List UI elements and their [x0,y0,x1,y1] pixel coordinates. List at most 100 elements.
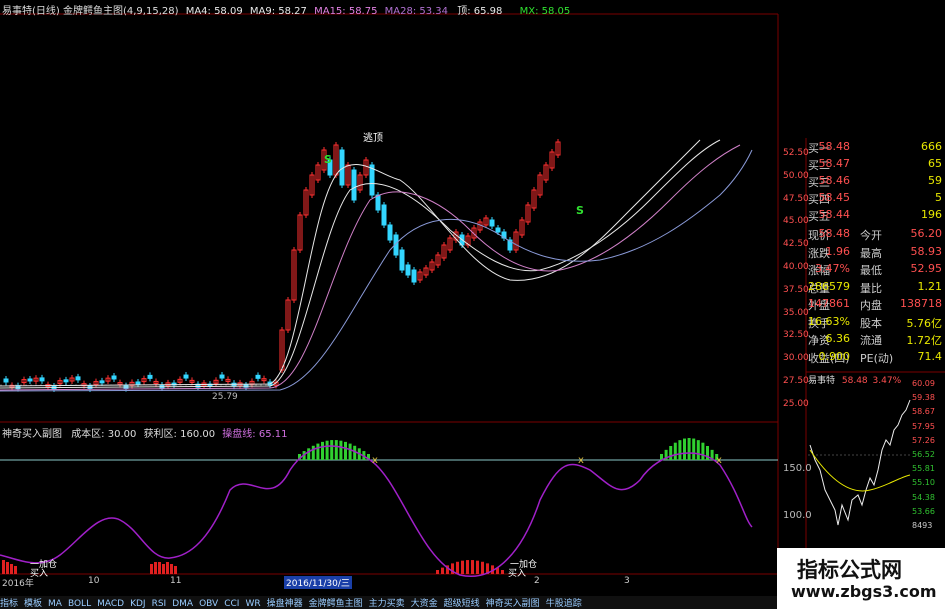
candle-body [219,374,225,379]
x-axis-cursor-date: 2016/11/30/三 [284,576,352,589]
cost-histogram-bar [6,562,9,574]
indicator-tab[interactable]: 指标 [0,599,18,609]
cross-marker: x [578,455,584,466]
stat-value: 56.20 [910,227,943,240]
candle-body [381,204,387,226]
profit-histogram-bar [311,445,315,460]
candle-body [99,380,105,384]
indicator-tab[interactable]: WR [245,599,260,609]
quote-row: 换手 16.63% 股本 5.76亿 [806,314,944,331]
indicator-tab[interactable]: KDJ [130,599,146,609]
candle-body [411,269,417,283]
price-axis-label: 50.00 [783,170,809,181]
cost-histogram-bar [14,566,17,574]
x-axis-year: 2016年 [2,579,34,589]
bid-volume: 666 [921,140,942,153]
indicator-tab[interactable]: MACD [97,599,124,609]
sub-axis-100: 100.0 [783,510,812,521]
candle-body [351,169,357,201]
quote-row: 涨幅 3.47% 最低 52.95 [806,261,944,278]
cost-histogram-bar [10,564,13,574]
ma28-line [0,149,753,392]
indicator-tab[interactable]: 金牌鳄鱼主图 [309,599,363,609]
stat-value: 1.72亿 [906,334,943,347]
cross-marker: x [372,455,378,466]
indicator-tab[interactable]: BOLL [68,599,91,609]
profit-histogram-bar [307,448,311,460]
cost-histogram-bar [170,564,173,574]
stat-value: 5.76亿 [906,316,943,330]
cost-histogram-bar [150,564,153,574]
quote-row: 买三 58.46 59 [806,173,944,190]
profit-histogram-bar [701,442,705,460]
intraday-axis-label: 55.10 [912,478,935,488]
indicator-tab[interactable]: MA [48,599,62,609]
indicator-tab[interactable]: 操盘神器 [267,599,303,609]
intraday-header: 易事特 58.48 3.47% [808,373,901,386]
stat-value: 1.96 [825,244,851,258]
indicator-tab[interactable]: 超级短线 [444,599,480,609]
cost-histogram-bar [461,560,464,574]
stat-value: 1.21 [917,279,943,293]
cost-zone-value: 成本区: 30.00 [71,429,137,440]
intraday-stock-name: 易事特 [808,376,836,386]
candle-body [135,381,141,385]
candle-body [387,224,393,241]
price-axis-label: 30.00 [783,353,809,364]
intraday-axis-label: 57.26 [912,435,935,445]
quote-row: 收益(四) 0.900 PE(动) 71.4 [806,349,944,366]
quote-row: 买四 58.45 5 [806,190,944,207]
intraday-price: 58.48 [841,376,868,386]
stat-label: 今开 [860,229,882,242]
cost-histogram-bar [436,570,439,574]
profit-histogram-bar [325,440,329,460]
indicator-tab[interactable]: CCI [224,599,239,609]
stat-value: 58.93 [910,244,943,258]
cost-histogram-bar [466,560,469,574]
ma9-value: MA9: 58.27 [249,6,307,17]
stat-value: 3.47% [815,262,850,275]
time-axis: 2016年 10 11 2016/11/30/三 2 3 [0,576,778,589]
stat-label: PE(动) [860,351,894,365]
candle-body [147,374,153,379]
indicator-tab[interactable]: 主力买卖 [369,599,405,609]
watermark-title: 指标公式网 [797,558,902,582]
bid-volume: 65 [928,157,942,170]
profit-histogram-bar [673,442,677,460]
top-value: 顶: 65.98 [457,6,503,17]
indicator-tab[interactable]: 牛股追踪 [546,599,582,609]
quote-row: 买一 58.48 666 [806,139,944,156]
sub-axis-150: 150.0 [783,463,812,474]
profit-histogram-bar [683,438,686,460]
indicator-tab[interactable]: OBV [199,599,218,609]
stat-value: 147861 [808,297,850,310]
stat-value: 286579 [808,279,850,293]
bid-price: 58.46 [818,174,851,187]
candle-body [27,378,33,382]
cost-histogram-bar [166,562,169,574]
candle-body [495,227,501,233]
indicator-tab[interactable]: 大资金 [411,599,438,609]
stat-label: 最低 [860,264,882,277]
bid-price: 58.48 [818,140,851,153]
candle-body [3,378,9,383]
candle-body [111,375,117,380]
indicator-tab[interactable]: DMA [172,599,193,609]
indicator-tab[interactable]: 神奇买入副图 [486,599,540,609]
quote-row: 总量 286579 量比 1.21 [806,279,944,296]
stat-value: 138718 [900,297,942,310]
indicator-tab[interactable]: RSI [152,599,167,609]
main-chart-header: 易事特(日线) 金牌鳄鱼主图(4,9,15,28) MA4: 58.09 MA9… [2,2,570,17]
intraday-price-line [809,399,911,526]
intraday-pct: 3.47% [872,376,902,386]
cost-histogram-bar [174,566,177,574]
sell-signal-s1: S [324,153,332,166]
indicator-tab[interactable]: 模板 [24,599,42,609]
intraday-axis-label: 53.66 [912,506,935,516]
price-axis-label: 42.50 [783,239,809,250]
stat-value: 16.63% [808,314,850,328]
stat-label: 最高 [860,246,882,260]
candle-body [255,374,261,379]
trade-line-value: 操盘线: 65.11 [222,429,288,440]
intraday-axis-label: 60.09 [912,379,935,388]
